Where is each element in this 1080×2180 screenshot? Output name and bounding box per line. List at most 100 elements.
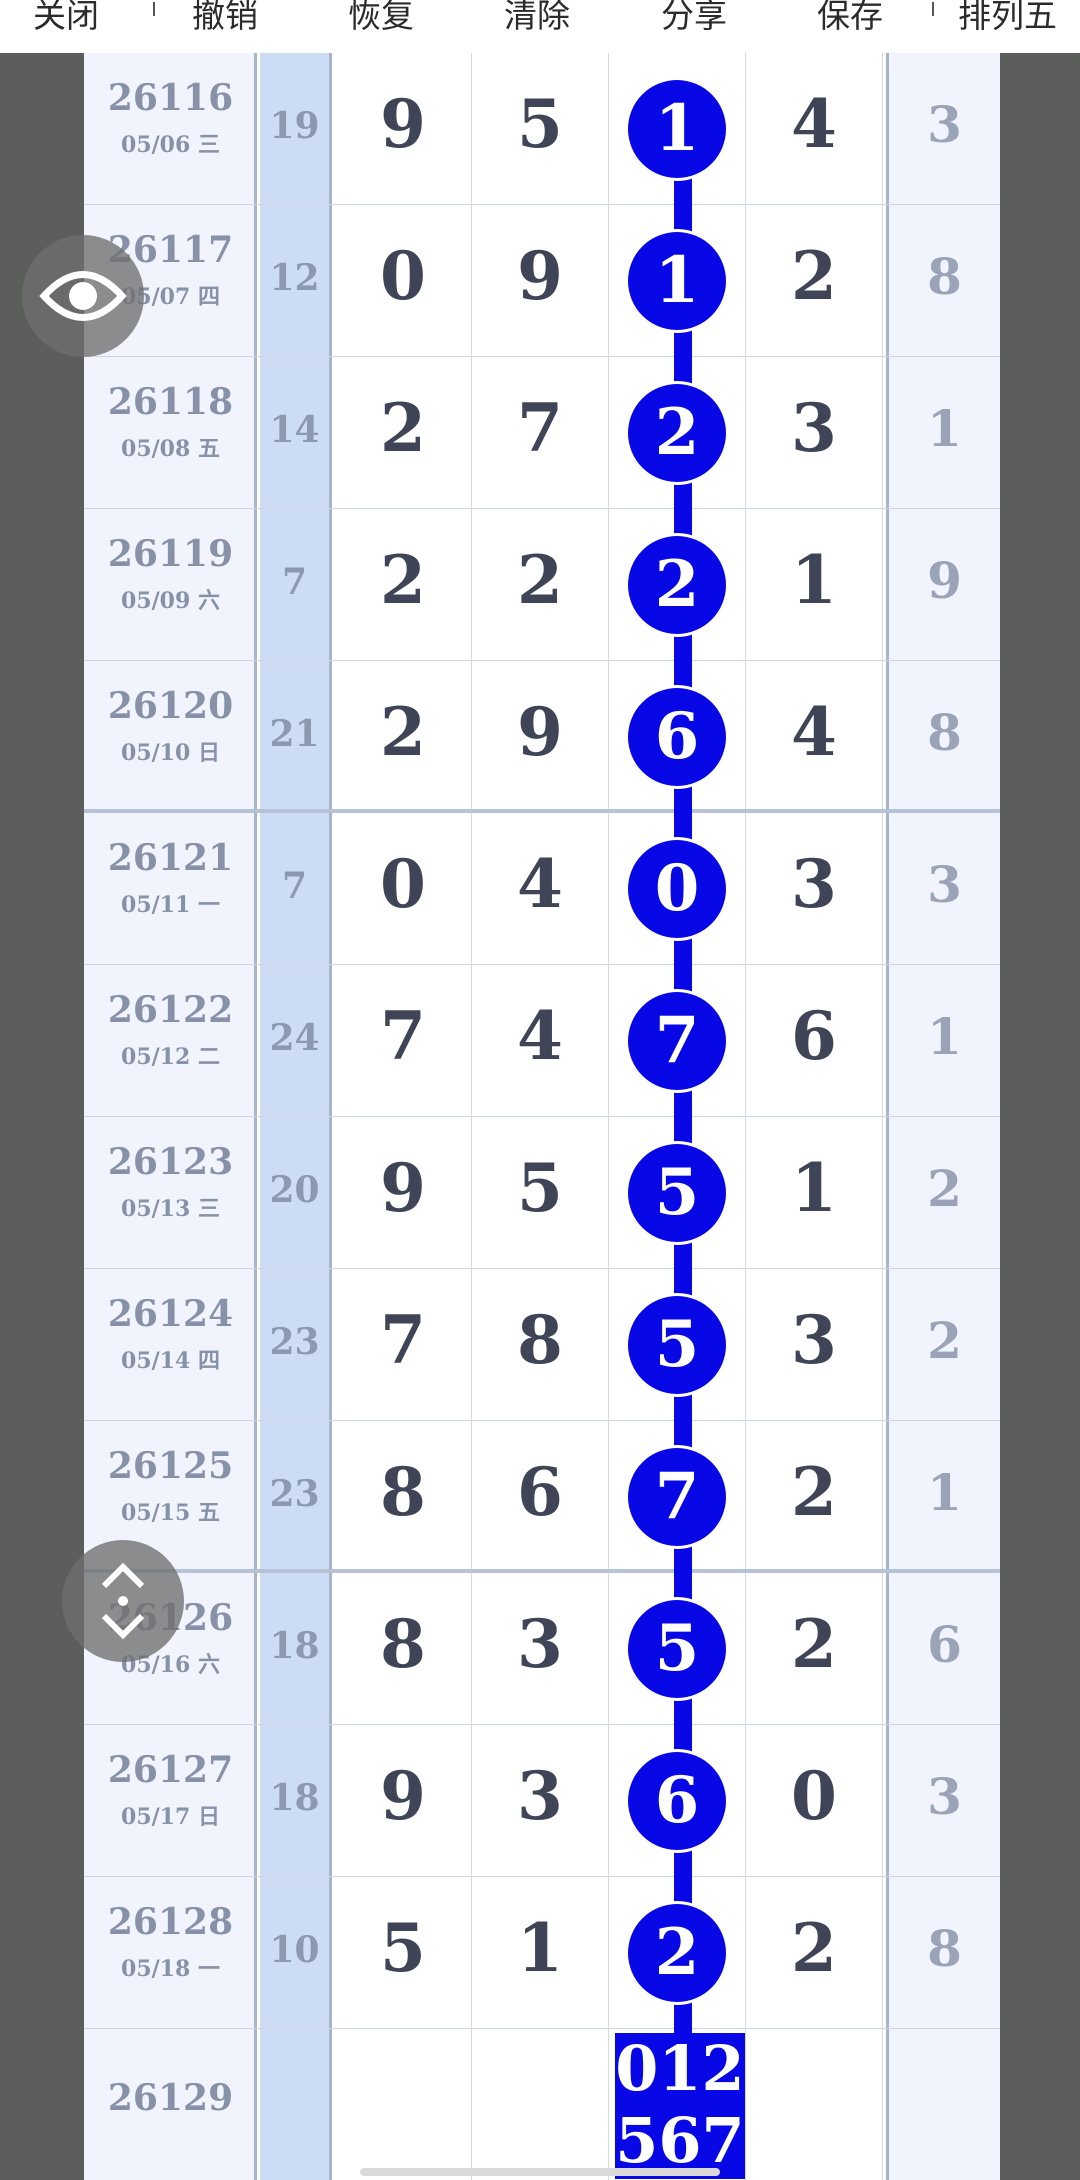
- issue-cell: 26123 05/13 三: [84, 1117, 257, 1269]
- digit-cell[interactable]: 1: [746, 1117, 883, 1269]
- sum-cell: 20: [260, 1117, 332, 1269]
- redo-button[interactable]: 恢复: [348, 0, 414, 53]
- digit-cell[interactable]: 2: [746, 1421, 883, 1573]
- digit-cell[interactable]: 3: [746, 357, 883, 509]
- digit-cell[interactable]: 0: [335, 813, 472, 965]
- eye-toggle-button[interactable]: [22, 235, 144, 357]
- digit-cell[interactable]: 2: [746, 1573, 883, 1725]
- digit-cell[interactable]: 5: [472, 53, 609, 205]
- issue-date: 05/06 三: [121, 132, 220, 158]
- digit-cell[interactable]: 7: [335, 965, 472, 1117]
- digit-value: 9: [517, 237, 563, 315]
- highlighted-digit-ball[interactable]: 2: [628, 1904, 726, 2002]
- digit-cell[interactable]: 2: [335, 661, 472, 813]
- last-digit-cell: 2: [886, 1269, 1000, 1421]
- digit-cell[interactable]: 6: [746, 965, 883, 1117]
- issue-date: 05/15 五: [121, 1500, 220, 1526]
- digit-cell[interactable]: 9: [335, 1117, 472, 1269]
- digit-cell[interactable]: 4: [472, 813, 609, 965]
- digit-cell[interactable]: 7: [335, 1269, 472, 1421]
- trend-chart-table[interactable]: 26116 05/06 三 19 9 5 1 4 3 26117 05/07 四 12 0 9 1 2 8 26…: [84, 53, 1000, 2180]
- horizontal-scrollbar[interactable]: [360, 2168, 720, 2176]
- digit-cell[interactable]: 0: [335, 205, 472, 357]
- highlighted-digit-ball[interactable]: 2: [628, 536, 726, 634]
- issue-number: 26128: [107, 1901, 234, 1943]
- digit-cell[interactable]: 2: [335, 509, 472, 661]
- digit-value: 1: [791, 541, 837, 619]
- last-digit-cell: 8: [886, 205, 1000, 357]
- highlighted-digit-ball[interactable]: 5: [628, 1600, 726, 1698]
- digit-cell[interactable]: 9: [472, 205, 609, 357]
- issue-date: 05/17 日: [121, 1804, 220, 1830]
- digit-cell[interactable]: 9: [472, 661, 609, 813]
- digit-cell[interactable]: 1: [472, 1877, 609, 2029]
- lottery-type-label[interactable]: 排列五: [958, 0, 1057, 53]
- highlighted-digit-ball[interactable]: 0: [628, 840, 726, 938]
- digit-cell[interactable]: 4: [746, 53, 883, 205]
- highlighted-digit-ball[interactable]: 2: [628, 384, 726, 482]
- sum-cell: 24: [260, 965, 332, 1117]
- digit-cell[interactable]: 4: [472, 965, 609, 1117]
- digit-cell[interactable]: 2: [746, 1877, 883, 2029]
- prediction-line-2: 567: [615, 2104, 745, 2177]
- digit-value: 2: [791, 1453, 837, 1531]
- digit-cell[interactable]: [746, 2029, 883, 2180]
- sum-cell: [260, 2029, 332, 2180]
- last-digit-cell: 6: [886, 1573, 1000, 1725]
- save-button[interactable]: 保存: [817, 0, 883, 53]
- digit-cell[interactable]: 8: [335, 1573, 472, 1725]
- digit-cell[interactable]: 3: [472, 1725, 609, 1877]
- prediction-box[interactable]: 012 567: [615, 2033, 745, 2179]
- sum-value: 12: [269, 257, 320, 299]
- highlighted-digit-ball[interactable]: 7: [628, 992, 726, 1090]
- highlighted-digit-ball[interactable]: 1: [628, 232, 726, 330]
- digit-cell[interactable]: 2: [335, 357, 472, 509]
- digit-cell[interactable]: 1: [746, 509, 883, 661]
- digit-cell[interactable]: 9: [335, 1725, 472, 1877]
- highlighted-digit-ball[interactable]: 5: [628, 1144, 726, 1242]
- sum-value: 19: [269, 105, 320, 147]
- digit-cell[interactable]: [335, 2029, 472, 2180]
- highlighted-digit-ball[interactable]: 6: [628, 1752, 726, 1850]
- share-button[interactable]: 分享: [661, 0, 727, 53]
- highlighted-digit-ball[interactable]: 1: [628, 80, 726, 178]
- digit-cell[interactable]: 2: [472, 509, 609, 661]
- digit-cell[interactable]: 5: [472, 1117, 609, 1269]
- digit-value: 8: [517, 1301, 563, 1379]
- digit-value: 6: [517, 1453, 563, 1531]
- digit-value: 2: [791, 1909, 837, 1987]
- digit-cell[interactable]: 3: [746, 813, 883, 965]
- digit-cell[interactable]: [472, 2029, 609, 2180]
- digit-cell[interactable]: 5: [335, 1877, 472, 2029]
- sum-value: 18: [269, 1777, 320, 1819]
- digit-cell[interactable]: 7: [472, 357, 609, 509]
- close-button[interactable]: 关闭: [33, 0, 99, 53]
- digit-cell[interactable]: 3: [472, 1573, 609, 1725]
- issue-number: 26122: [107, 989, 234, 1031]
- digit-value: 8: [380, 1453, 426, 1531]
- last-digit-value: 8: [927, 1919, 962, 1978]
- sum-cell: 12: [260, 205, 332, 357]
- highlighted-digit-ball[interactable]: 7: [628, 1448, 726, 1546]
- highlighted-digit-ball[interactable]: 6: [628, 688, 726, 786]
- digit-cell[interactable]: 4: [746, 661, 883, 813]
- digit-cell[interactable]: 6: [472, 1421, 609, 1573]
- digit-value: 9: [380, 1757, 426, 1835]
- sum-cell: 10: [260, 1877, 332, 2029]
- digit-cell[interactable]: 2: [746, 205, 883, 357]
- issue-date: 05/08 五: [121, 436, 220, 462]
- last-digit-cell: 1: [886, 1421, 1000, 1573]
- digit-value: 9: [380, 85, 426, 163]
- digit-cell[interactable]: 0: [746, 1725, 883, 1877]
- digit-cell[interactable]: 9: [335, 53, 472, 205]
- digit-value: 0: [791, 1757, 837, 1835]
- scroll-jump-button[interactable]: [62, 1540, 184, 1662]
- sum-cell: 21: [260, 661, 332, 813]
- digit-cell[interactable]: 8: [335, 1421, 472, 1573]
- undo-button[interactable]: 撤销: [192, 0, 258, 53]
- digit-cell[interactable]: 3: [746, 1269, 883, 1421]
- digit-cell[interactable]: 8: [472, 1269, 609, 1421]
- sum-value: 21: [269, 713, 320, 755]
- clear-button[interactable]: 清除: [504, 0, 570, 53]
- highlighted-digit-ball[interactable]: 5: [628, 1296, 726, 1394]
